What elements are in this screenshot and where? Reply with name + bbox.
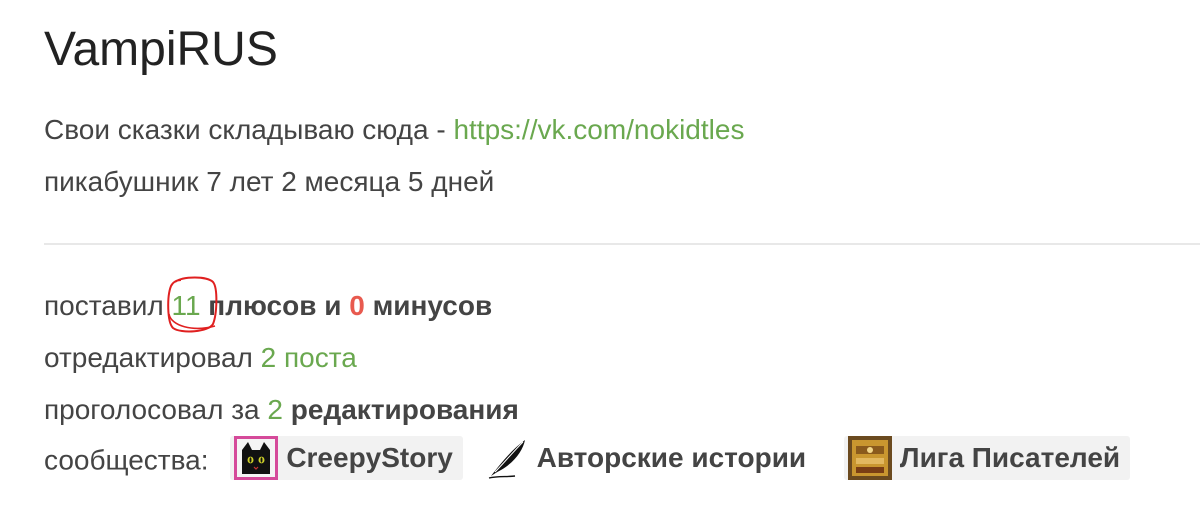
- voted-count: 2: [267, 394, 283, 425]
- minus-word: минусов: [364, 290, 493, 321]
- plus-word: плюсов и: [200, 290, 350, 321]
- communities-label: сообщества:: [44, 444, 209, 476]
- community-chip-author-stories[interactable]: Авторские истории: [481, 436, 817, 480]
- profile-panel: VampiRUS Свои сказки складываю сюда - ht…: [44, 0, 1200, 520]
- votes-prefix: поставил: [44, 290, 172, 321]
- community-name: Лига Писателей: [899, 442, 1121, 473]
- quill-pen-icon: [488, 440, 525, 479]
- edited-value[interactable]: 2 поста: [261, 342, 357, 373]
- voted-stat: проголосовал за 2 редактирования: [44, 392, 519, 428]
- about-text: Свои сказки складываю сюда -: [44, 114, 454, 145]
- community-chip-creepystory[interactable]: CreepyStory: [230, 436, 463, 480]
- black-cat-icon: [234, 436, 279, 480]
- profile-age: пикабушник 7 лет 2 месяца 5 дней: [44, 166, 495, 197]
- plus-count: 11: [171, 290, 201, 321]
- edited-stat: отредактировал 2 поста: [44, 340, 357, 376]
- community-chip-writers-league[interactable]: Лига Писателей: [843, 436, 1131, 480]
- community-name: Авторские истории: [536, 442, 807, 473]
- voted-word: редактирования: [283, 394, 519, 425]
- plus-count-wrapper: 11: [167, 276, 218, 333]
- profile-about: Свои сказки складываю сюда - https://vk.…: [44, 112, 744, 148]
- profile-username: VampiRUS: [44, 23, 278, 76]
- community-name: CreepyStory: [286, 442, 453, 473]
- writers-league-icon: [847, 436, 892, 480]
- edited-prefix: отредактировал: [44, 342, 261, 373]
- votes-stat: поставил 11 плюсов и 0 минусов: [44, 276, 493, 333]
- minus-count: 0: [349, 290, 365, 321]
- voted-prefix: проголосовал за: [44, 394, 268, 425]
- communities-row: сообщества: CreepyStory Авторские истори…: [44, 436, 1131, 484]
- about-link[interactable]: https://vk.com/nokidtles: [453, 114, 744, 145]
- section-divider: [44, 243, 1200, 245]
